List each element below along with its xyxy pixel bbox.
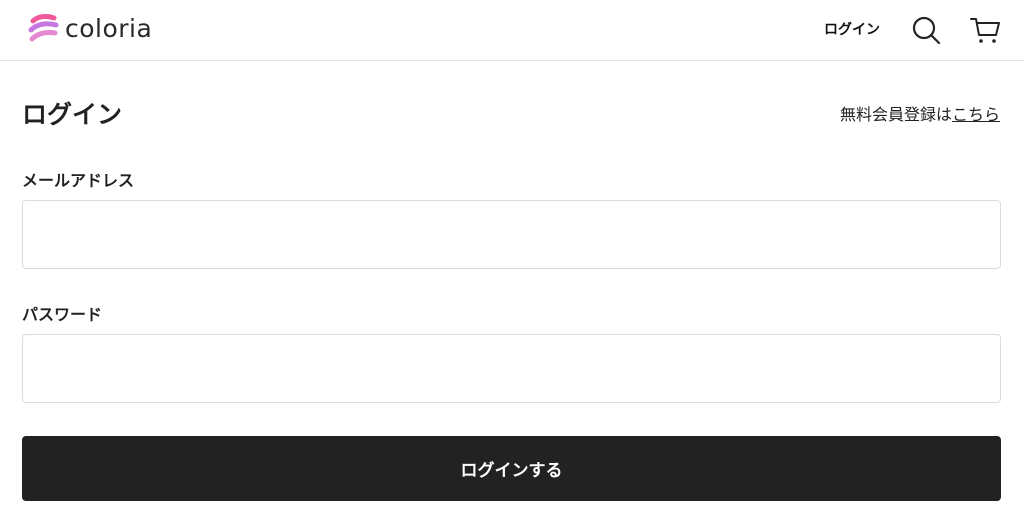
login-submit-button[interactable]: ログインする <box>22 436 1001 501</box>
brand-name: coloria <box>65 14 153 43</box>
brand-logo[interactable]: coloria <box>27 12 152 46</box>
password-field[interactable] <box>22 334 1001 403</box>
search-icon <box>912 16 941 45</box>
register-link[interactable]: こちら <box>952 105 1000 124</box>
password-label: パスワード <box>22 305 103 324</box>
header-login-link[interactable]: ログイン <box>824 20 880 40</box>
coloria-logo-icon <box>28 13 59 42</box>
cart-button[interactable] <box>968 13 1002 47</box>
register-prefix: 無料会員登録は <box>839 105 952 124</box>
register-prompt: 無料会員登録はこちら <box>840 104 1000 126</box>
page-title: ログイン <box>22 100 123 129</box>
cart-icon <box>970 18 1000 43</box>
email-field[interactable] <box>22 200 1001 269</box>
site-header: coloria ログイン <box>0 0 1024 61</box>
search-button[interactable] <box>909 13 943 47</box>
email-label: メールアドレス <box>22 171 135 190</box>
